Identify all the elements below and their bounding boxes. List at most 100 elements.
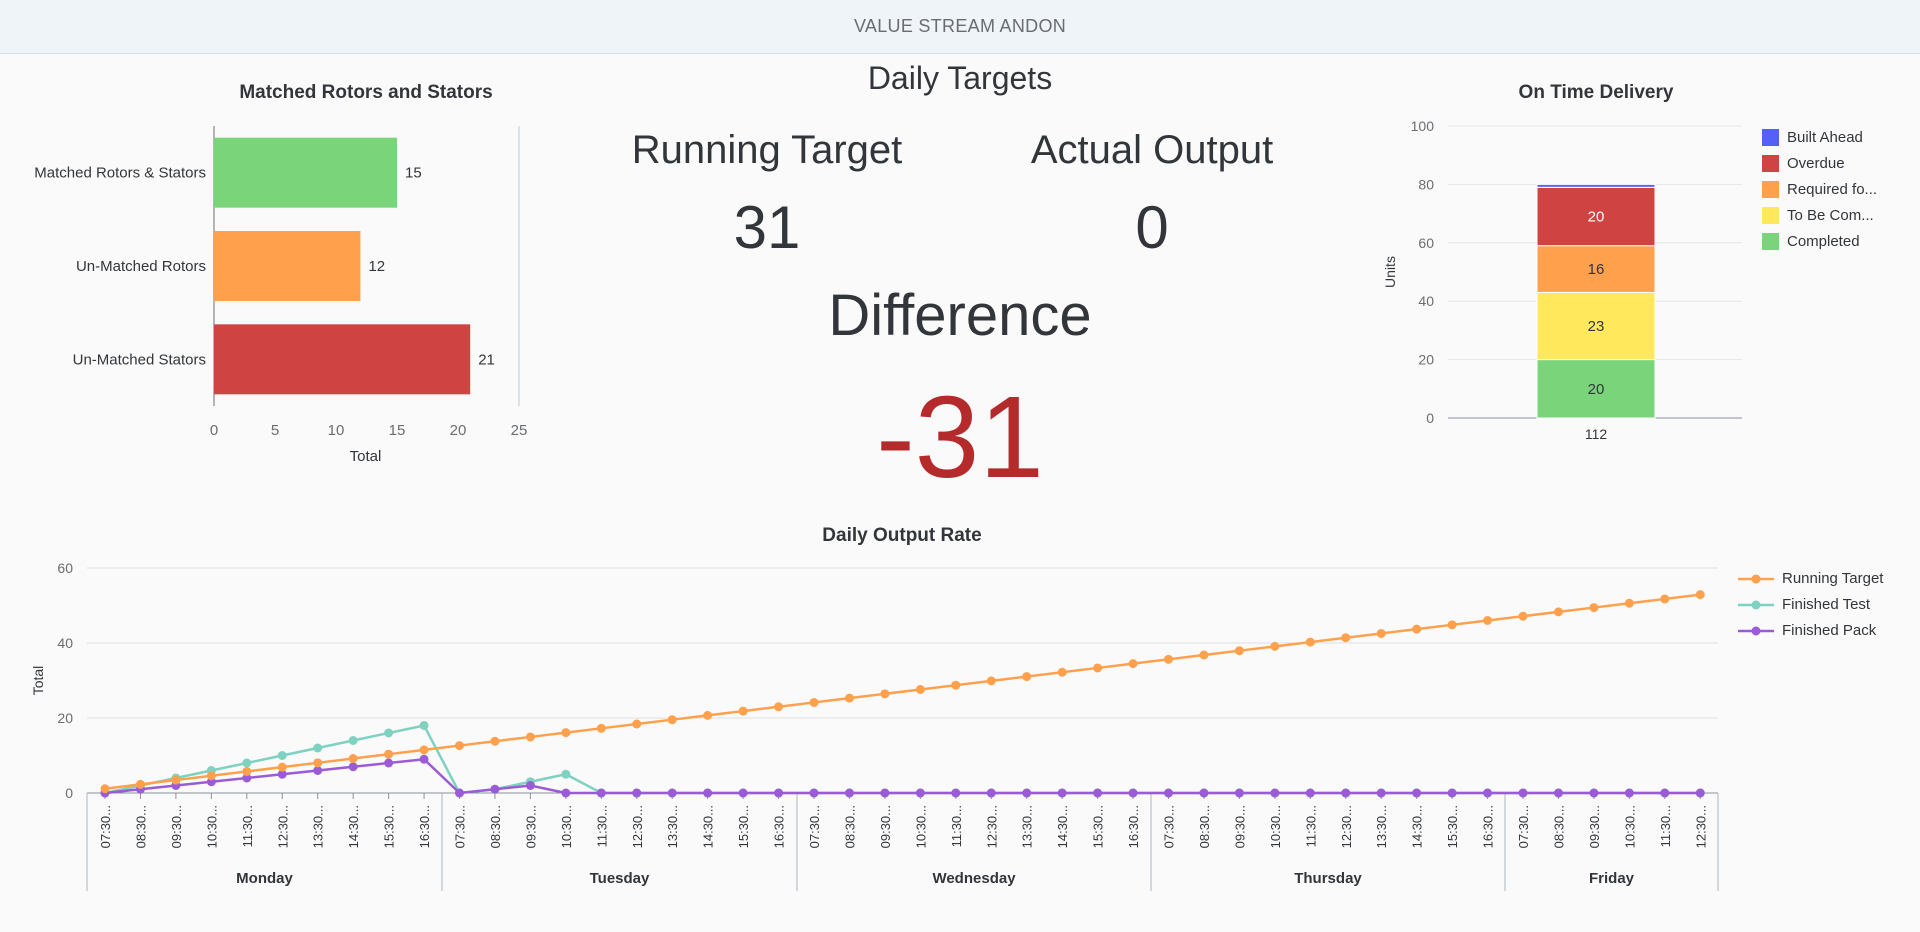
output-data-point: [632, 719, 642, 729]
output-data-point: [419, 721, 429, 730]
output-x-tick: 08:30...: [133, 805, 148, 848]
otd-legend-item[interactable]: To Be Com...: [1762, 207, 1874, 224]
otd-legend-label: Required fo...: [1787, 181, 1878, 198]
output-data-point: [844, 788, 854, 798]
otd-y-axis-label: Units: [1382, 256, 1398, 288]
output-x-tick: 08:30...: [1197, 805, 1212, 848]
output-data-point: [1022, 672, 1032, 682]
output-data-point: [596, 788, 606, 798]
matched-x-tick: 20: [450, 422, 467, 439]
otd-legend-item[interactable]: Overdue: [1762, 155, 1845, 172]
output-data-point: [1518, 788, 1528, 798]
output-x-tick: 15:30...: [1445, 805, 1460, 848]
difference-label: Difference: [828, 283, 1092, 348]
matched-category-label: Un-Matched Rotors: [76, 258, 206, 275]
output-data-point: [1022, 788, 1032, 798]
output-x-tick: 11:30...: [1658, 805, 1673, 847]
output-data-point: [1128, 788, 1138, 798]
otd-y-tick: 0: [1426, 410, 1434, 426]
output-x-tick: 09:30...: [523, 805, 538, 848]
output-x-tick: 13:30...: [1020, 805, 1035, 848]
output-legend-item[interactable]: Finished Test: [1738, 596, 1870, 613]
output-x-tick: 11:30...: [1303, 805, 1318, 847]
output-data-point: [1199, 650, 1209, 660]
output-day-label: Wednesday: [932, 870, 1016, 887]
output-data-point: [1624, 788, 1634, 798]
otd-legend-swatch: [1762, 207, 1779, 224]
output-data-point: [703, 788, 713, 798]
otd-legend-swatch: [1762, 181, 1779, 198]
output-data-point: [384, 749, 394, 759]
output-data-point: [1093, 788, 1103, 798]
output-data-point: [1376, 788, 1386, 798]
output-x-tick: 11:30...: [949, 805, 964, 847]
difference-value: -31: [876, 372, 1044, 502]
output-legend-dot: [1751, 626, 1761, 635]
output-x-tick: 14:30...: [346, 805, 361, 848]
output-legend-marker: [1738, 626, 1774, 635]
output-legend-item[interactable]: Finished Pack: [1738, 622, 1876, 639]
output-data-point: [1270, 641, 1280, 651]
output-data-point: [1341, 788, 1351, 798]
otd-data-label: 20: [1588, 381, 1605, 398]
output-data-point: [1164, 654, 1173, 664]
otd-data-label: 16: [1588, 261, 1605, 278]
output-x-tick: 14:30...: [701, 805, 716, 848]
output-data-point: [419, 754, 429, 764]
output-data-point: [1270, 788, 1280, 798]
output-x-tick: 14:30...: [1055, 805, 1070, 848]
output-data-point: [561, 788, 571, 798]
matched-chart: Matched Rotors & Stators 15 Un-Matched Rot…: [34, 126, 527, 465]
output-data-point: [561, 728, 571, 738]
otd-y-tick: 80: [1418, 176, 1434, 192]
output-data-point: [667, 715, 677, 725]
matched-x-tick: 15: [389, 422, 406, 439]
output-data-point: [1412, 624, 1422, 634]
output-series-line: [104, 757, 1701, 795]
otd-legend-item[interactable]: Required fo...: [1762, 181, 1877, 198]
output-data-point: [738, 706, 748, 716]
output-x-tick: 13:30...: [311, 805, 326, 848]
output-x-tick: 10:30...: [1268, 805, 1283, 848]
output-data-point: [1695, 788, 1705, 798]
output-x-tick: 10:30...: [204, 805, 219, 848]
matched-bar: [214, 324, 471, 395]
output-data-point: [313, 743, 323, 753]
output-data-point: [809, 788, 819, 798]
output-data-point: [632, 788, 642, 798]
matched-x-tick: 5: [271, 422, 279, 439]
output-data-point: [1518, 611, 1528, 621]
otd-legend-item[interactable]: Completed: [1762, 233, 1860, 250]
otd-chart-title: On Time Delivery: [1518, 82, 1674, 103]
output-x-tick: 12:30...: [630, 805, 645, 848]
output-x-tick: 13:30...: [1374, 805, 1389, 848]
output-data-point: [561, 769, 571, 779]
output-x-tick: 09:30...: [1587, 805, 1602, 848]
output-data-point: [1341, 633, 1351, 643]
output-x-tick: 09:30...: [169, 805, 184, 848]
output-x-tick: 16:30...: [1126, 805, 1141, 848]
matched-data-label: 15: [405, 165, 422, 182]
output-data-point: [1553, 607, 1563, 617]
output-data-point: [703, 710, 713, 720]
output-x-tick: 07:30...: [807, 805, 822, 848]
otd-chart: 0 20 40 60 80 100 Units 20 23 16 20 112: [1382, 118, 1742, 442]
output-data-point: [348, 754, 358, 763]
output-x-tick: 12:30...: [1339, 805, 1354, 848]
output-data-point: [774, 788, 784, 798]
otd-legend-item[interactable]: Built Ahead: [1762, 129, 1863, 146]
output-data-point: [277, 751, 287, 760]
otd-y-tick: 20: [1418, 352, 1434, 368]
output-data-point: [1483, 788, 1493, 798]
output-data-point: [1164, 788, 1173, 798]
output-x-tick: 11:30...: [594, 805, 609, 847]
output-series-line: [104, 593, 1701, 790]
matched-bar: [214, 231, 361, 301]
output-x-tick: 07:30...: [453, 805, 468, 848]
actual-output-label: Actual Output: [1030, 128, 1274, 172]
output-legend-item[interactable]: Running Target: [1738, 570, 1883, 587]
output-data-point: [1624, 598, 1634, 608]
output-x-tick: 08:30...: [488, 805, 503, 848]
otd-legend-swatch: [1762, 129, 1779, 146]
output-data-point: [490, 784, 500, 794]
